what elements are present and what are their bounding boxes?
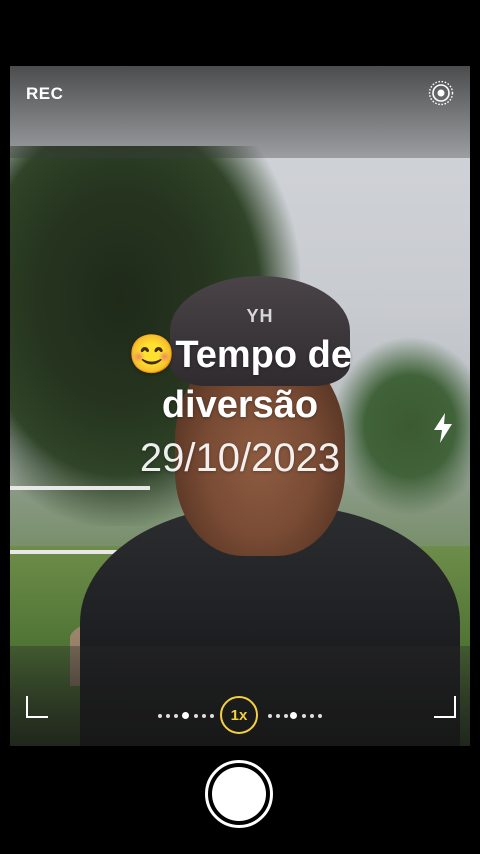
- zoom-tick: [284, 714, 288, 718]
- zoom-tick: [158, 714, 162, 718]
- shutter-button[interactable]: [205, 760, 273, 828]
- zoom-tick: [174, 714, 178, 718]
- frame-corner-right: [434, 696, 456, 718]
- zoom-tick: [268, 714, 272, 718]
- overlay-title-line2: diversão: [161, 384, 319, 426]
- text-overlay: 😊Tempo de diversão 29/10/2023: [0, 330, 480, 486]
- zoom-tick: [318, 714, 322, 718]
- zoom-tick: [210, 714, 214, 718]
- frame-corner-left: [26, 696, 48, 718]
- zoom-tick: [276, 714, 280, 718]
- top-bar-blur: [10, 66, 470, 158]
- beanie-logo: YH: [246, 306, 274, 326]
- zoom-1x-button[interactable]: 1x: [220, 696, 258, 734]
- overlay-title-line1: 😊Tempo de: [0, 330, 480, 380]
- zoom-tick: [166, 714, 170, 718]
- overlay-date: 29/10/2023: [139, 436, 341, 480]
- smile-emoji-icon: 😊: [128, 334, 176, 376]
- zoom-stop[interactable]: [290, 712, 297, 719]
- zoom-tick: [202, 714, 206, 718]
- zoom-tick: [194, 714, 198, 718]
- overlay-title-text1: Tempo de: [175, 334, 352, 376]
- shutter-inner[interactable]: [212, 767, 266, 821]
- rec-indicator: REC: [26, 84, 64, 103]
- zoom-tick: [310, 714, 314, 718]
- zoom-tick: [302, 714, 306, 718]
- zoom-selector[interactable]: 1x: [150, 696, 330, 736]
- live-photo-icon[interactable]: [428, 80, 454, 106]
- zoom-stop[interactable]: [182, 712, 189, 719]
